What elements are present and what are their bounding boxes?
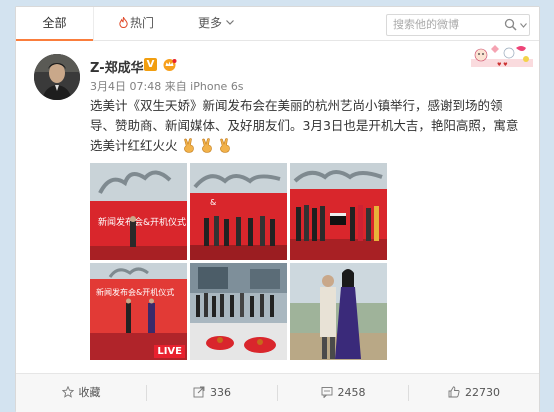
like-count: 22730 [465,386,500,399]
live-badge: LIVE [154,345,185,358]
chevron-down-icon [226,20,234,25]
tab-all[interactable]: 全部 [16,7,93,41]
tab-more-label: 更多 [197,16,222,30]
photo-image: 新闻发布会&开机仪式 [90,163,187,260]
search-icon[interactable] [504,18,517,31]
thumbs-up-icon [448,386,460,398]
repost-icon [193,386,205,398]
flame-icon [119,17,128,28]
photo-outdoor-crowd[interactable] [190,263,287,360]
photo-group-on-stage[interactable] [290,163,387,260]
search-box [386,14,530,36]
post-text: 选美计《双生天娇》新闻发布会在美丽的杭州艺尚小镇举行，感谢到场的领导、赞助商、新… [90,96,520,159]
search-input[interactable] [393,17,505,32]
post-body: 选美计《双生天娇》新闻发布会在美丽的杭州艺尚小镇举行，感谢到场的领导、赞助商、新… [90,98,519,153]
emoji-group [178,138,232,159]
like-button[interactable]: 22730 [409,374,539,412]
avatar-image [34,54,80,100]
victory-hand-icon [183,138,194,153]
banner-text: 新闻发布会&开机仪式 [98,216,186,228]
repost-button[interactable]: 336 [147,374,277,412]
tab-divider [93,7,94,40]
photo-image [190,263,287,360]
photo-image [290,263,387,360]
comment-icon [321,387,332,398]
tab-hot-label: 热门 [129,16,154,30]
verified-badge-icon[interactable]: V [144,58,157,71]
action-bar: 收藏 336 2458 22730 [16,373,539,412]
tab-hot[interactable]: 热门 [106,7,166,40]
repost-count: 336 [210,386,231,399]
favorite-label: 收藏 [78,386,101,399]
photo-press-stage-2[interactable]: & [190,163,287,260]
post-meta[interactable]: 3月4日 07:48 来自 iPhone 6s [90,78,244,94]
tab-active-indicator [16,39,93,41]
photo-couple-portrait[interactable] [290,263,387,360]
chevron-down-icon[interactable] [520,23,527,28]
cartoon-decoration-icon: ♥ ♥ [471,45,533,68]
tab-bar: 全部 热门 更多 [16,7,539,41]
favorite-button[interactable]: 收藏 [16,374,146,412]
comment-count: 2458 [337,386,366,399]
photo-image: & [190,163,287,260]
svg-text:&: & [210,198,216,207]
photo-press-stage-1[interactable]: 新闻发布会&开机仪式 [90,163,187,260]
tab-more[interactable]: 更多 [186,7,246,40]
member-crown-icon[interactable] [162,58,177,71]
svg-text:新闻发布会&开机仪式: 新闻发布会&开机仪式 [96,287,174,297]
photo-red-banner-hosts[interactable]: 新闻发布会&开机仪式 LIVE [90,263,187,360]
photo-image [290,163,387,260]
victory-hand-icon [219,138,230,153]
comment-button[interactable]: 2458 [278,374,408,412]
tab-all-label: 全部 [42,16,67,30]
svg-text:♥ ♥: ♥ ♥ [497,62,508,68]
weibo-card: 全部 热门 更多 ♥ ♥ [15,6,540,412]
star-icon [61,386,74,398]
victory-hand-icon [201,138,212,153]
username[interactable]: Z-郑成华 [90,57,144,76]
avatar[interactable] [34,54,80,100]
